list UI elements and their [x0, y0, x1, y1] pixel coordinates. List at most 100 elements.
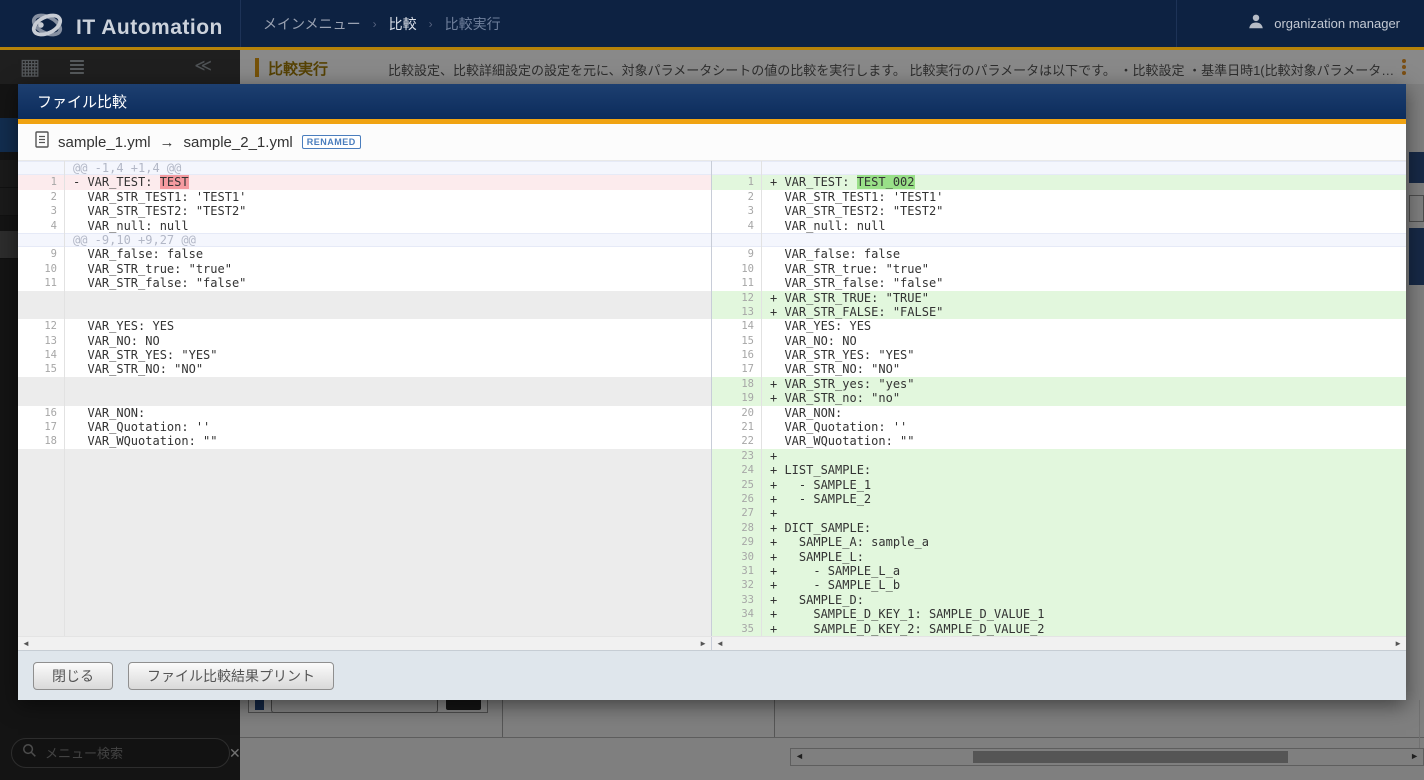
top-header: IT Automation メインメニュー › 比較 › 比較実行 organi… — [0, 0, 1424, 50]
diff-row — [18, 291, 711, 305]
diff-row: 33+ SAMPLE_D: — [712, 593, 1406, 607]
breadcrumb-separator-icon: › — [373, 17, 377, 31]
breadcrumb-separator-icon: › — [429, 17, 433, 31]
print-compare-result-button[interactable]: ファイル比較結果プリント — [128, 662, 334, 690]
diff-row: 14 VAR_STR_YES: "YES" — [18, 348, 711, 362]
diff-row — [18, 593, 711, 607]
diff-row — [18, 564, 711, 578]
diff-row: 27+ — [712, 506, 1406, 520]
diff-row: 1- VAR_TEST: TEST — [18, 175, 711, 189]
diff-row — [712, 233, 1406, 247]
scroll-left-icon[interactable]: ◄ — [716, 637, 724, 651]
rename-arrow: → — [160, 134, 175, 151]
diff-row — [18, 607, 711, 621]
diff-row: 3 VAR_STR_TEST2: "TEST2" — [712, 204, 1406, 218]
diff-row: 25+ - SAMPLE_1 — [712, 478, 1406, 492]
diff-row: 21 VAR_Quotation: '' — [712, 420, 1406, 434]
breadcrumb-main-menu[interactable]: メインメニュー — [263, 14, 361, 34]
diff-row — [18, 622, 711, 636]
diff-row: 11 VAR_STR_false: "false" — [712, 276, 1406, 290]
breadcrumb-compare-exec: 比較実行 — [445, 14, 501, 34]
diff-row: 31+ - SAMPLE_L_a — [712, 564, 1406, 578]
diff-row: 2 VAR_STR_TEST1: 'TEST1' — [712, 190, 1406, 204]
close-button[interactable]: 閉じる — [33, 662, 113, 690]
diff-row: 28+ DICT_SAMPLE: — [712, 521, 1406, 535]
diff-row — [18, 578, 711, 592]
diff-row: 34+ SAMPLE_D_KEY_1: SAMPLE_D_VALUE_1 — [712, 607, 1406, 621]
diff-row: 1+ VAR_TEST: TEST_002 — [712, 175, 1406, 189]
diff-row — [18, 391, 711, 405]
diff-view: @@ -1,4 +1,4 @@1- VAR_TEST: TEST2 VAR_ST… — [18, 161, 1406, 636]
user-menu[interactable]: organization manager — [1176, 0, 1400, 47]
diff-row: 4 VAR_null: null — [18, 219, 711, 233]
scroll-left-icon[interactable]: ◄ — [22, 637, 30, 651]
diff-row: 13+ VAR_STR_FALSE: "FALSE" — [712, 305, 1406, 319]
diff-row: 23+ — [712, 449, 1406, 463]
diff-row — [712, 161, 1406, 175]
diff-row: 29+ SAMPLE_A: sample_a — [712, 535, 1406, 549]
diff-row: 12 VAR_YES: YES — [18, 319, 711, 333]
diff-row: 3 VAR_STR_TEST2: "TEST2" — [18, 204, 711, 218]
diff-row: 30+ SAMPLE_L: — [712, 550, 1406, 564]
diff-row: 24+ LIST_SAMPLE: — [712, 463, 1406, 477]
diff-row: 19+ VAR_STR_no: "no" — [712, 391, 1406, 405]
diff-row — [18, 305, 711, 319]
logo-text: IT Automation — [76, 16, 223, 40]
diff-row: 15 VAR_NO: NO — [712, 334, 1406, 348]
diff-pane-left: @@ -1,4 +1,4 @@1- VAR_TEST: TEST2 VAR_ST… — [18, 161, 712, 636]
diff-row: 13 VAR_NO: NO — [18, 334, 711, 348]
modal-header: ファイル比較 — [18, 84, 1406, 119]
app-logo[interactable]: IT Automation — [28, 8, 223, 47]
file-name-to: sample_2_1.yml — [184, 134, 293, 151]
file-header: sample_1.yml → sample_2_1.yml RENAMED — [18, 124, 1406, 161]
file-compare-modal: ファイル比較 sample_1.yml → sample_2_1.yml REN… — [18, 84, 1406, 700]
right-pane-hscrollbar[interactable]: ◄ ► — [712, 637, 1406, 650]
diff-row: 20 VAR_NON: — [712, 406, 1406, 420]
diff-row: 10 VAR_STR_true: "true" — [712, 262, 1406, 276]
diff-row: @@ -1,4 +1,4 @@ — [18, 161, 711, 175]
diff-row: 18+ VAR_STR_yes: "yes" — [712, 377, 1406, 391]
diff-row: 4 VAR_null: null — [712, 219, 1406, 233]
diff-row — [18, 521, 711, 535]
diff-row — [18, 478, 711, 492]
breadcrumb: メインメニュー › 比較 › 比較実行 — [263, 14, 501, 34]
header-divider — [240, 0, 241, 47]
diff-row: 17 VAR_STR_NO: "NO" — [712, 362, 1406, 376]
renamed-badge: RENAMED — [302, 135, 361, 149]
diff-row — [18, 550, 711, 564]
app-root: IT Automation メインメニュー › 比較 › 比較実行 organi… — [0, 0, 1424, 780]
diff-row: 9 VAR_false: false — [712, 247, 1406, 261]
diff-pane-right: 1+ VAR_TEST: TEST_0022 VAR_STR_TEST1: 'T… — [712, 161, 1406, 636]
diff-row — [18, 463, 711, 477]
diff-row: 17 VAR_Quotation: '' — [18, 420, 711, 434]
diff-row — [18, 377, 711, 391]
diff-row: 15 VAR_STR_NO: "NO" — [18, 362, 711, 376]
diff-row: 22 VAR_WQuotation: "" — [712, 434, 1406, 448]
file-name-from: sample_1.yml — [58, 134, 151, 151]
diff-row: 14 VAR_YES: YES — [712, 319, 1406, 333]
diff-row — [18, 535, 711, 549]
diff-row: 10 VAR_STR_true: "true" — [18, 262, 711, 276]
diff-row: 2 VAR_STR_TEST1: 'TEST1' — [18, 190, 711, 204]
diff-row: 16 VAR_NON: — [18, 406, 711, 420]
diff-row: 9 VAR_false: false — [18, 247, 711, 261]
diff-row: @@ -9,10 +9,27 @@ — [18, 233, 711, 247]
diff-row: 32+ - SAMPLE_L_b — [712, 578, 1406, 592]
modal-title: ファイル比較 — [37, 91, 127, 112]
diff-row — [18, 492, 711, 506]
file-icon — [35, 131, 49, 153]
diff-row: 35+ SAMPLE_D_KEY_2: SAMPLE_D_VALUE_2 — [712, 622, 1406, 636]
diff-row: 11 VAR_STR_false: "false" — [18, 276, 711, 290]
scroll-right-icon[interactable]: ► — [1394, 637, 1402, 651]
diff-row: 12+ VAR_STR_TRUE: "TRUE" — [712, 291, 1406, 305]
diff-row: 16 VAR_STR_YES: "YES" — [712, 348, 1406, 362]
diff-scrollbars: ◄ ► ◄ ► — [18, 636, 1406, 650]
user-name: organization manager — [1274, 16, 1400, 31]
scroll-right-icon[interactable]: ► — [699, 637, 707, 651]
left-pane-hscrollbar[interactable]: ◄ ► — [18, 637, 712, 650]
diff-row: 26+ - SAMPLE_2 — [712, 492, 1406, 506]
diff-row: 18 VAR_WQuotation: "" — [18, 434, 711, 448]
breadcrumb-compare[interactable]: 比較 — [389, 14, 417, 34]
diff-row — [18, 506, 711, 520]
user-icon — [1247, 12, 1265, 35]
